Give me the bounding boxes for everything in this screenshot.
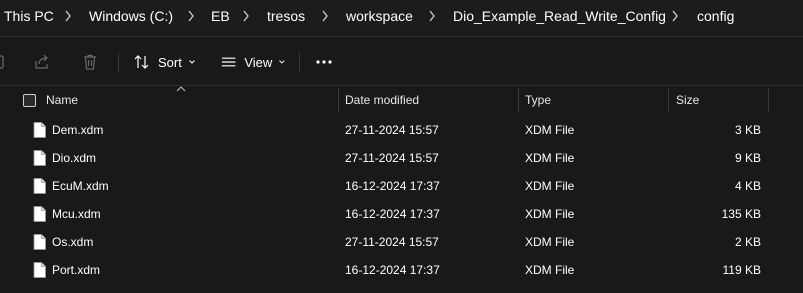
trash-icon xyxy=(84,54,96,70)
chevron-right-icon xyxy=(672,10,678,22)
column-header: Name Date modified Type Size xyxy=(0,86,803,114)
file-size: 119 KB xyxy=(722,263,761,277)
paste-icon xyxy=(0,55,4,69)
toolbar-divider xyxy=(299,53,300,73)
column-divider[interactable] xyxy=(338,88,339,112)
file-row[interactable]: Os.xdm 27-11-2024 15:57 XDM File 2 KB xyxy=(0,228,803,256)
file-type: XDM File xyxy=(525,123,575,137)
file-date-modified: 27-11-2024 15:57 xyxy=(345,235,439,249)
view-lines-icon xyxy=(221,57,236,67)
breadcrumb-item-windows-c[interactable]: Windows (C:) xyxy=(89,7,173,27)
file-row[interactable]: EcuM.xdm 16-12-2024 17:37 XDM File 4 KB xyxy=(0,172,803,200)
more-options-button[interactable] xyxy=(314,37,336,87)
breadcrumb-item-dio-example[interactable]: Dio_Example_Read_Write_Config xyxy=(453,7,666,27)
chevron-right-icon xyxy=(322,10,328,22)
breadcrumb-item-this-pc[interactable]: This PC xyxy=(4,7,54,27)
chevron-right-icon xyxy=(65,10,71,22)
column-header-size[interactable]: Size xyxy=(676,86,699,114)
file-date-modified: 16-12-2024 17:37 xyxy=(345,207,440,221)
breadcrumb-item-tresos[interactable]: tresos xyxy=(267,7,305,27)
file-type: XDM File xyxy=(525,235,575,249)
sort-up-indicator-icon xyxy=(176,86,186,92)
file-name: Dio.xdm xyxy=(52,151,97,165)
share-button[interactable] xyxy=(33,37,53,87)
file-name: Dem.xdm xyxy=(52,123,104,137)
chevron-right-icon xyxy=(243,10,249,22)
file-type: XDM File xyxy=(525,263,575,277)
sort-button[interactable]: Sort xyxy=(133,37,197,87)
more-options-icon xyxy=(316,60,332,64)
column-header-type[interactable]: Type xyxy=(525,86,551,114)
document-icon xyxy=(33,178,46,194)
select-all-checkbox[interactable] xyxy=(23,94,36,107)
column-header-date-modified[interactable]: Date modified xyxy=(345,86,419,114)
share-icon xyxy=(35,54,48,69)
breadcrumb-item-config[interactable]: config xyxy=(697,7,734,27)
view-label: View xyxy=(244,54,273,70)
file-name: EcuM.xdm xyxy=(52,179,109,193)
file-row[interactable]: Port.xdm 16-12-2024 17:37 XDM File 119 K… xyxy=(0,256,803,284)
document-icon xyxy=(33,262,46,278)
document-icon xyxy=(33,206,46,222)
file-size: 9 KB xyxy=(734,151,761,165)
file-name: Mcu.xdm xyxy=(52,207,101,221)
document-icon xyxy=(33,234,46,250)
file-date-modified: 16-12-2024 17:37 xyxy=(345,179,440,193)
column-header-name[interactable]: Name xyxy=(46,86,78,114)
document-icon xyxy=(33,122,46,138)
file-row[interactable]: Dem.xdm 27-11-2024 15:57 XDM File 3 KB xyxy=(0,116,803,144)
file-type: XDM File xyxy=(525,207,575,221)
chevron-down-icon xyxy=(188,60,195,64)
chevron-down-icon xyxy=(279,60,285,64)
file-name: Os.xdm xyxy=(52,235,94,249)
document-icon xyxy=(33,150,46,166)
chevron-right-icon xyxy=(188,10,194,22)
breadcrumb-item-workspace[interactable]: workspace xyxy=(346,7,413,27)
file-size: 4 KB xyxy=(734,179,761,193)
breadcrumb: This PC Windows (C:) EB tresos workspace… xyxy=(0,0,803,36)
file-row[interactable]: Mcu.xdm 16-12-2024 17:37 XDM File 135 KB xyxy=(0,200,803,228)
file-name: Port.xdm xyxy=(52,263,101,277)
chevron-right-icon xyxy=(429,10,435,22)
file-type: XDM File xyxy=(525,151,575,165)
delete-button[interactable] xyxy=(81,37,101,87)
file-date-modified: 16-12-2024 17:37 xyxy=(345,263,440,277)
column-divider[interactable] xyxy=(518,88,519,112)
column-divider[interactable] xyxy=(768,88,769,112)
file-date-modified: 27-11-2024 15:57 xyxy=(345,123,439,137)
toolbar: Sort View xyxy=(0,36,803,86)
toolbar-divider xyxy=(118,53,119,73)
sort-arrows-icon xyxy=(134,55,149,69)
file-size: 135 KB xyxy=(721,207,761,221)
file-type: XDM File xyxy=(525,179,575,193)
file-row[interactable]: Dio.xdm 27-11-2024 15:57 XDM File 9 KB xyxy=(0,144,803,172)
column-divider[interactable] xyxy=(668,88,669,112)
paste-button[interactable] xyxy=(0,37,6,87)
file-size: 3 KB xyxy=(734,123,761,137)
file-date-modified: 27-11-2024 15:57 xyxy=(345,151,439,165)
sort-label: Sort xyxy=(158,54,182,70)
view-button[interactable]: View xyxy=(220,37,286,87)
breadcrumb-item-eb[interactable]: EB xyxy=(211,7,230,27)
file-size: 2 KB xyxy=(734,235,761,249)
